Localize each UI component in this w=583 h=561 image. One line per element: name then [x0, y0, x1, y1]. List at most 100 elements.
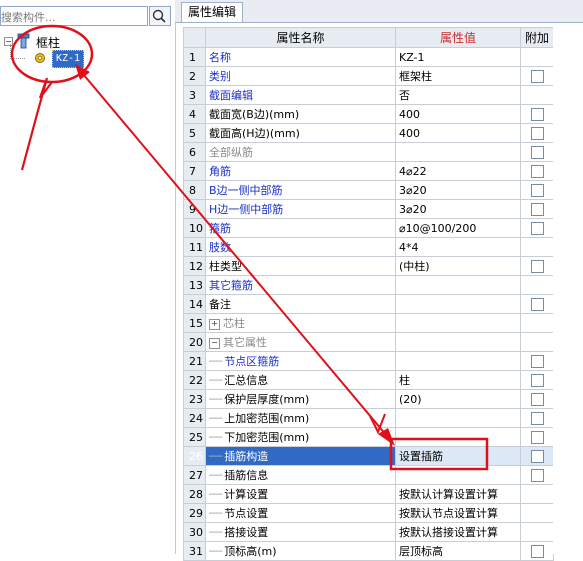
extra-checkbox[interactable]	[530, 297, 544, 311]
property-value-cell[interactable]: 否	[395, 85, 521, 105]
table-row[interactable]: 13 其它箍筋	[183, 275, 554, 295]
table-row[interactable]: 30 ── 搭接设置 按默认搭接设置计算	[183, 522, 554, 542]
property-name-cell[interactable]: 肢数	[205, 237, 396, 257]
table-row[interactable]: 25 ── 下加密范围(mm)	[183, 427, 554, 447]
extra-checkbox[interactable]	[530, 468, 544, 482]
table-row[interactable]: 24 ── 上加密范围(mm)	[183, 408, 554, 428]
table-row[interactable]: 12 柱类型 (中柱)	[183, 256, 554, 276]
table-row[interactable]: 28 ── 计算设置 按默认计算设置计算	[183, 484, 554, 504]
property-name-cell[interactable]: 截面编辑	[205, 85, 396, 105]
property-value-cell[interactable]	[395, 275, 521, 295]
property-value-cell[interactable]: KZ-1	[395, 47, 521, 67]
extra-checkbox[interactable]	[530, 354, 544, 368]
table-row[interactable]: 29 ── 节点设置 按默认节点设置计算	[183, 503, 554, 523]
extra-checkbox[interactable]	[530, 164, 544, 178]
property-value-cell[interactable]	[395, 408, 521, 428]
table-row[interactable]: 20− 其它属性	[183, 332, 554, 352]
property-name-cell[interactable]: ── 搭接设置	[205, 522, 396, 542]
table-row[interactable]: 27 ── 插筋信息	[183, 465, 554, 485]
property-name-cell[interactable]: + 芯柱	[205, 313, 396, 333]
header-extra[interactable]: 附加	[520, 27, 554, 48]
property-name-cell[interactable]: H边一侧中部筋	[205, 199, 396, 219]
property-value-cell[interactable]: 按默认计算设置计算	[395, 484, 521, 504]
table-row[interactable]: 2 类别 框架柱	[183, 66, 554, 86]
property-name-cell[interactable]: 全部纵筋	[205, 142, 396, 162]
group-expander[interactable]: −	[209, 337, 220, 349]
property-value-cell[interactable]: 柱	[395, 370, 521, 390]
extra-checkbox[interactable]	[530, 392, 544, 406]
property-value-cell[interactable]	[395, 142, 521, 162]
table-row[interactable]: 15 + 芯柱	[183, 313, 554, 333]
extra-checkbox[interactable]	[530, 202, 544, 216]
property-name-cell[interactable]: B边一侧中部筋	[205, 180, 396, 200]
table-row[interactable]: 23 ── 保护层厚度(mm) (20)	[183, 389, 554, 409]
table-row[interactable]: 5 截面高(H边)(mm) 400	[183, 123, 554, 143]
property-value-cell[interactable]: 按默认节点设置计算	[395, 503, 521, 523]
extra-checkbox[interactable]	[530, 107, 544, 121]
extra-checkbox[interactable]	[530, 259, 544, 273]
property-name-cell[interactable]: 截面宽(B边)(mm)	[205, 104, 396, 124]
extra-checkbox[interactable]	[530, 145, 544, 159]
table-row[interactable]: 3 截面编辑 否	[183, 85, 554, 105]
property-name-cell[interactable]: ── 节点区箍筋	[205, 351, 396, 371]
table-row[interactable]: 14 备注	[183, 294, 554, 314]
property-value-cell[interactable]	[395, 294, 521, 314]
property-name-cell[interactable]: ── 汇总信息	[205, 370, 396, 390]
search-input[interactable]: 搜索构件...	[0, 6, 148, 26]
header-property-name[interactable]: 属性名称	[205, 27, 396, 48]
property-name-cell[interactable]: 箍筋	[205, 218, 396, 238]
property-name-cell[interactable]: ── 顶标高(m)	[205, 541, 396, 561]
extra-checkbox[interactable]	[530, 126, 544, 140]
table-row[interactable]: 9 H边一侧中部筋 3⌀20	[183, 199, 554, 219]
extra-checkbox[interactable]	[530, 373, 544, 387]
property-value-cell[interactable]: 3⌀20	[395, 199, 521, 219]
property-value-cell[interactable]	[395, 465, 521, 485]
property-value-cell[interactable]: 框架柱	[395, 66, 521, 86]
header-property-value[interactable]: 属性值	[395, 27, 521, 48]
table-row[interactable]: 8 B边一侧中部筋 3⌀20	[183, 180, 554, 200]
search-button[interactable]	[149, 6, 171, 26]
table-row[interactable]: 21 ── 节点区箍筋	[183, 351, 554, 371]
extra-checkbox[interactable]	[530, 221, 544, 235]
table-row[interactable]: 31 ── 顶标高(m) 层顶标高	[183, 541, 554, 561]
property-value-cell[interactable]: 3⌀20	[395, 180, 521, 200]
tab-property-edit[interactable]: 属性编辑	[181, 2, 244, 22]
property-name-cell[interactable]: ── 下加密范围(mm)	[205, 427, 396, 447]
table-row[interactable]: 10 箍筋 ⌀10@100/200	[183, 218, 554, 238]
property-value-cell[interactable]: 层顶标高	[395, 541, 521, 561]
property-value-cell[interactable]	[395, 313, 521, 333]
property-value-cell[interactable]: 设置插筋	[395, 446, 521, 466]
property-value-cell[interactable]	[395, 427, 521, 447]
property-value-cell[interactable]: 按默认搭接设置计算	[395, 522, 521, 542]
property-name-cell[interactable]: 截面高(H边)(mm)	[205, 123, 396, 143]
property-name-cell[interactable]: − 其它属性	[205, 332, 396, 352]
property-value-cell[interactable]: ⌀10@100/200	[395, 218, 521, 238]
extra-checkbox[interactable]	[530, 544, 544, 558]
property-name-cell[interactable]: ── 计算设置	[205, 484, 396, 504]
property-value-cell[interactable]: (20)	[395, 389, 521, 409]
table-row[interactable]: 26 ── 插筋构造 设置插筋	[183, 446, 554, 466]
property-name-cell[interactable]: ── 上加密范围(mm)	[205, 408, 396, 428]
extra-checkbox[interactable]	[530, 449, 544, 463]
property-name-cell[interactable]: 其它箍筋	[205, 275, 396, 295]
property-name-cell[interactable]: 柱类型	[205, 256, 396, 276]
table-row[interactable]: 4 截面宽(B边)(mm) 400	[183, 104, 554, 124]
table-row[interactable]: 22 ── 汇总信息柱	[183, 370, 554, 390]
property-name-cell[interactable]: 类别	[205, 66, 396, 86]
property-name-cell[interactable]: ── 插筋信息	[205, 465, 396, 485]
table-row[interactable]: 11 肢数 4*4	[183, 237, 554, 257]
property-value-cell[interactable]	[395, 332, 521, 352]
table-row[interactable]: 6 全部纵筋	[183, 142, 554, 162]
table-row[interactable]: 1 名称 KZ-1	[183, 47, 554, 67]
property-value-cell[interactable]: 400	[395, 123, 521, 143]
property-name-cell[interactable]: 名称	[205, 47, 396, 67]
property-value-cell[interactable]: 4⌀22	[395, 161, 521, 181]
extra-checkbox[interactable]	[530, 69, 544, 83]
property-name-cell[interactable]: ── 插筋构造	[205, 446, 396, 466]
property-value-cell[interactable]: 400	[395, 104, 521, 124]
property-value-cell[interactable]: (中柱)	[395, 256, 521, 276]
property-name-cell[interactable]: 角筋	[205, 161, 396, 181]
table-row[interactable]: 7 角筋 4⌀22	[183, 161, 554, 181]
group-expander[interactable]: +	[209, 318, 220, 330]
extra-checkbox[interactable]	[530, 430, 544, 444]
